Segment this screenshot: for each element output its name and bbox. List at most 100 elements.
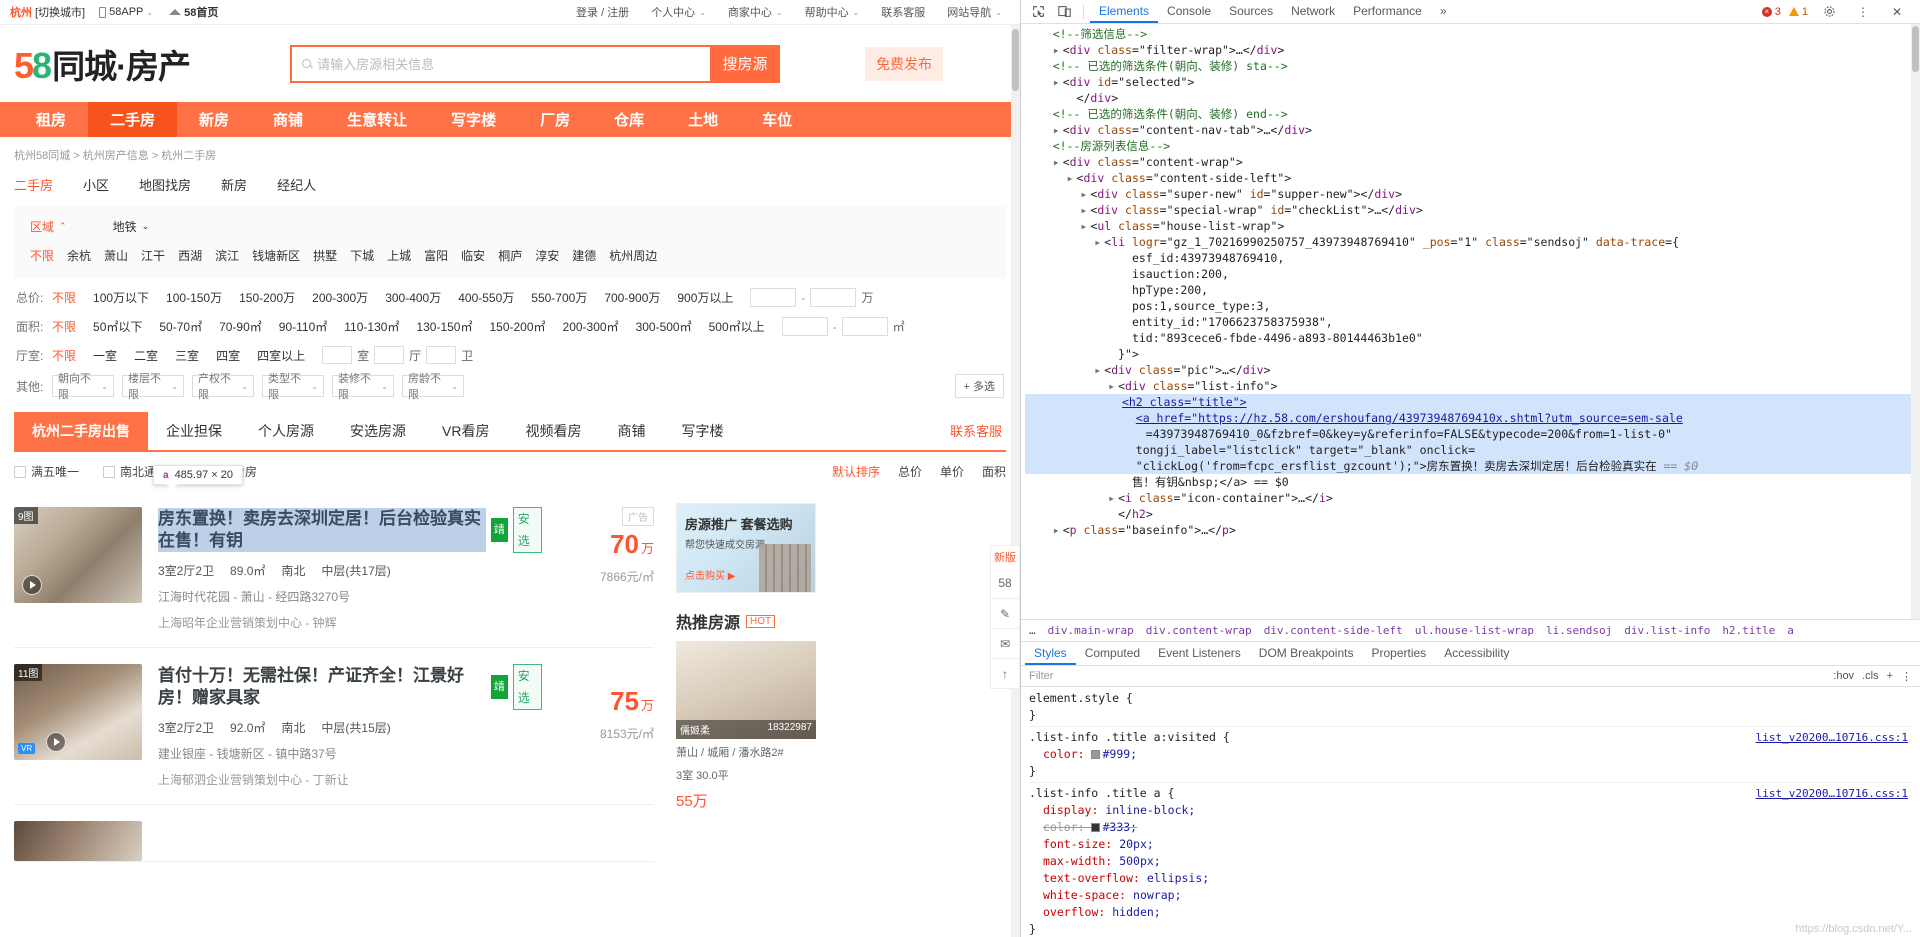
free-post-button[interactable]: 免费发布: [865, 46, 944, 81]
warning-count-badge[interactable]: 1: [1788, 6, 1808, 18]
css-rule[interactable]: list_v20200…10716.css:1 .list-info .title…: [1029, 729, 1912, 783]
size-option-2[interactable]: 50-70㎡: [159, 318, 202, 335]
price-option-3[interactable]: 150-200万: [239, 289, 295, 306]
listing-thumbnail[interactable]: [14, 821, 142, 861]
listing-title[interactable]: 房东置换！卖房去深圳定居！后台检验真实在售！有钥 靖 安选: [158, 507, 542, 553]
help-center-link[interactable]: 帮助中心 ⌄: [805, 4, 860, 20]
dom-line[interactable]: <a href="https://hz.58.com/ershoufang/43…: [1025, 410, 1920, 426]
filter-tab-metro[interactable]: 地铁 ⌄: [113, 218, 150, 235]
rail-58-app-icon[interactable]: 58: [991, 568, 1019, 598]
dom-line[interactable]: ▸ <div id="selected">: [1025, 74, 1920, 90]
dom-line[interactable]: ▸ <div class="special-wrap" id="checkList…: [1025, 202, 1920, 218]
css-property[interactable]: color: #999;: [1029, 746, 1912, 763]
rooms-option-2[interactable]: 二室: [134, 347, 158, 364]
dom-line[interactable]: <h2 class="title">: [1025, 394, 1920, 410]
dom-line[interactable]: tongji_label="listclick" target="_blank"…: [1025, 442, 1920, 458]
filter-tab-area[interactable]: 区域 ⌃: [30, 218, 67, 235]
other-select-1[interactable]: 楼层不限 ⌄: [122, 373, 184, 401]
css-value[interactable]: #999;: [1102, 747, 1137, 761]
dom-line[interactable]: ▸ <div class="filter-wrap">…</div>: [1025, 42, 1920, 58]
tab-shangpu[interactable]: 商铺: [599, 412, 663, 450]
devtools-tab-performance[interactable]: Performance: [1344, 0, 1431, 23]
listing-address[interactable]: 江海时代花园 - 萧山 - 经四路3270号: [158, 588, 542, 605]
page-scrollbar-thumb[interactable]: [1012, 29, 1019, 91]
nav-item-xinfang[interactable]: 新房: [177, 102, 251, 137]
nav-item-tudi[interactable]: 土地: [666, 102, 740, 137]
nav-item-shangpu[interactable]: 商铺: [251, 102, 325, 137]
devtools-tab-console[interactable]: Console: [1158, 0, 1220, 23]
nav-item-zufang[interactable]: 租房: [14, 102, 88, 137]
css-value[interactable]: nowrap;: [1133, 888, 1181, 902]
hov-toggle[interactable]: :hov: [1833, 670, 1854, 682]
play-icon[interactable]: [22, 575, 42, 595]
dom-line[interactable]: <!-- 已选的筛选条件(朝向、装修) end-->: [1025, 106, 1920, 122]
css-property[interactable]: max-width: 500px;: [1029, 853, 1912, 870]
dom-line[interactable]: ▸ <div class="content-wrap">: [1025, 154, 1920, 170]
district-option-14[interactable]: 建德: [572, 247, 596, 264]
district-option-6[interactable]: 钱塘新区: [252, 247, 300, 264]
district-option-7[interactable]: 拱墅: [313, 247, 337, 264]
subnav-item-ditu[interactable]: 地图找房: [139, 175, 191, 194]
size-option-9[interactable]: 300-500㎡: [636, 318, 692, 335]
dom-line[interactable]: =43973948769410_0&fzbref=0&key=y&referin…: [1025, 426, 1920, 442]
district-option-12[interactable]: 桐庐: [498, 247, 522, 264]
rooms-ting-input[interactable]: [374, 346, 405, 364]
dom-tree[interactable]: <!--筛选信息--> ▸ <div class="filter-wrap">…<…: [1021, 24, 1920, 619]
district-option-2[interactable]: 萧山: [104, 247, 128, 264]
css-selector[interactable]: element.style {: [1029, 690, 1912, 707]
rooms-option-5[interactable]: 四室以上: [257, 347, 305, 364]
home-link[interactable]: 58首页: [169, 4, 218, 20]
css-value[interactable]: hidden;: [1112, 905, 1160, 919]
rooms-option-1[interactable]: 一室: [93, 347, 117, 364]
listing-address[interactable]: 建业银座 - 钱塘新区 - 镇中路37号: [158, 745, 542, 762]
css-source-link[interactable]: list_v20200…10716.css:1: [1756, 785, 1908, 802]
size-option-4[interactable]: 90-110㎡: [279, 318, 327, 335]
css-source-link[interactable]: list_v20200…10716.css:1: [1756, 729, 1908, 746]
styles-tab-computed[interactable]: Computed: [1076, 642, 1149, 665]
dom-line[interactable]: ▸ <div class="list-info">: [1025, 378, 1920, 394]
dom-line[interactable]: </div>: [1025, 90, 1920, 106]
css-property[interactable]: display: inline-block;: [1029, 802, 1912, 819]
dom-line[interactable]: 售！有钥&nbsp;</a> == $0: [1025, 474, 1920, 490]
list-item[interactable]: [14, 805, 654, 862]
rooms-option-4[interactable]: 四室: [216, 347, 240, 364]
district-option-10[interactable]: 富阳: [424, 247, 448, 264]
login-register-link[interactable]: 登录 / 注册: [576, 4, 629, 20]
css-property[interactable]: text-overflow: ellipsis;: [1029, 870, 1912, 887]
switch-city-link[interactable]: [切换城市]: [35, 4, 85, 20]
dom-crumb-0[interactable]: …: [1029, 624, 1036, 637]
tab-hangzhou-ershoufang[interactable]: 杭州二手房出售: [14, 412, 148, 450]
page-scrollbar[interactable]: [1011, 25, 1020, 937]
dom-crumb-3[interactable]: div.content-side-left: [1264, 624, 1403, 637]
rail-feedback-icon[interactable]: ✎: [991, 598, 1019, 628]
dom-line[interactable]: isauction:200,: [1025, 266, 1920, 282]
styles-pane[interactable]: element.style {} list_v20200…10716.css:1.…: [1021, 687, 1920, 937]
dom-line[interactable]: ▸ <ul class="house-list-wrap">: [1025, 218, 1920, 234]
dom-crumb-1[interactable]: div.main-wrap: [1048, 624, 1134, 637]
dom-line[interactable]: </h2>: [1025, 506, 1920, 522]
dom-crumb-5[interactable]: li.sendsoj: [1546, 624, 1612, 637]
listing-thumbnail[interactable]: 9图: [14, 507, 142, 603]
listing-title[interactable]: 首付十万！无需社保！产证齐全！江景好房！赠家具家 靖 安选: [158, 664, 542, 710]
hot-listing-card[interactable]: 儒姬柔 18322987 萧山 / 城厢 / 潘水路2# 3室 30.0平 55…: [676, 641, 816, 811]
devtools-tab-network[interactable]: Network: [1282, 0, 1344, 23]
merchant-center-link[interactable]: 商家中心 ⌄: [728, 4, 783, 20]
nav-item-xiezilou[interactable]: 写字楼: [429, 102, 518, 137]
subnav-item-ershoufang[interactable]: 二手房: [14, 175, 53, 194]
new-style-rule-icon[interactable]: +: [1887, 670, 1893, 682]
list-item[interactable]: 11图 VR 首付十万！无需社保！产证齐全！江景好房！赠家具家 靖 安选 3室2…: [14, 648, 654, 805]
promo-card[interactable]: 房源推广 套餐选购 帮您快速成交房源 点击购买 ▶: [676, 503, 816, 593]
styles-tab-accessibility[interactable]: Accessibility: [1435, 642, 1518, 665]
device-toolbar-icon[interactable]: [1051, 1, 1077, 23]
district-option-8[interactable]: 下城: [350, 247, 374, 264]
price-option-1[interactable]: 100万以下: [93, 289, 149, 306]
nav-item-cangku[interactable]: 仓库: [592, 102, 666, 137]
nav-item-chewei[interactable]: 车位: [740, 102, 814, 137]
devtools-tab-sources[interactable]: Sources: [1220, 0, 1282, 23]
rail-message-icon[interactable]: ✉: [991, 628, 1019, 658]
price-option-6[interactable]: 400-550万: [458, 289, 514, 306]
dom-line[interactable]: ▸ <i class="icon-container">…</i>: [1025, 490, 1920, 506]
tab-anxuanfangyuan[interactable]: 安选房源: [332, 412, 424, 450]
tab-qiyedanbao[interactable]: 企业担保: [148, 412, 240, 450]
dom-line[interactable]: pos:1,source_type:3,: [1025, 298, 1920, 314]
